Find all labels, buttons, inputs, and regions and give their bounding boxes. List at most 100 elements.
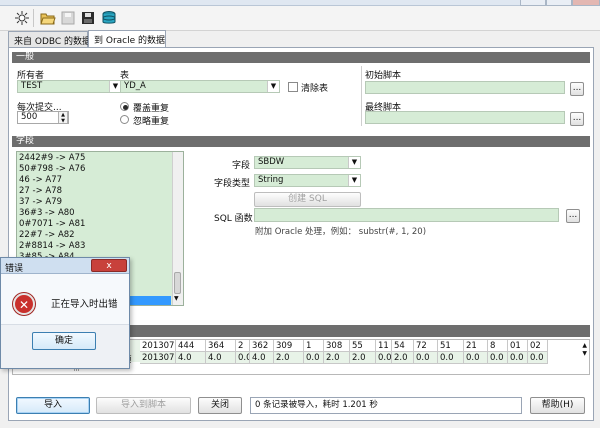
dialog-title: 错误	[5, 264, 24, 274]
table-cell[interactable]: 0.0	[376, 352, 392, 364]
ignore-radio[interactable]	[120, 115, 129, 124]
commit-input[interactable]: 500 ▲ ▼	[17, 111, 69, 124]
table-cell[interactable]: 2.0	[274, 352, 304, 364]
chevron-down-icon[interactable]: ▼	[267, 81, 279, 92]
general-section-header: 一般	[12, 52, 590, 63]
create-sql-button[interactable]: 创建 SQL	[254, 192, 361, 207]
chevron-down-icon[interactable]: ▼	[348, 175, 360, 186]
sql-hint-text: 附加 Oracle 处理，例如： substr(#, 1, 20)	[255, 227, 427, 237]
table-cell[interactable]: 0.0	[438, 352, 464, 364]
table-cell[interactable]: 2.0	[324, 352, 350, 364]
list-item[interactable]: 2442#9 -> A75	[17, 153, 173, 164]
table-cell[interactable]: 0.0	[528, 352, 548, 364]
close-button[interactable]: 关闭	[198, 397, 242, 414]
table-cell[interactable]: 02	[528, 340, 548, 352]
dialog-close-button[interactable]: x	[91, 259, 127, 272]
table-cell[interactable]: 2.0	[350, 352, 376, 364]
final-script-field[interactable]	[365, 111, 565, 124]
tab-odbc-source[interactable]: 来自 ODBC 的数据	[8, 31, 91, 47]
field-label: 字段	[232, 161, 251, 171]
ok-button[interactable]: 确定	[32, 332, 96, 350]
import-to-script-button[interactable]: 导入到脚本	[96, 397, 191, 414]
table-value: YD_A	[124, 81, 146, 91]
field-value: SBDW	[258, 157, 285, 167]
table-cell[interactable]: 2	[236, 340, 250, 352]
table-cell[interactable]: 2.0	[392, 352, 414, 364]
truncate-table-label: 清除表	[301, 84, 329, 94]
spinner-arrows-icon[interactable]: ▲ ▼	[58, 112, 68, 123]
overwrite-label: 覆盖重复	[133, 104, 170, 114]
table-cell[interactable]: 54	[392, 340, 414, 352]
table-cell[interactable]: 0.0	[464, 352, 488, 364]
scroll-down-icon[interactable]: ▼	[174, 295, 179, 302]
table-cell[interactable]: 364	[206, 340, 236, 352]
table-cell[interactable]: 309	[274, 340, 304, 352]
table-cell[interactable]: 201307.0	[140, 352, 176, 364]
table-cell[interactable]: 362	[250, 340, 274, 352]
open-icon[interactable]	[40, 10, 56, 26]
table-cell[interactable]: 201307	[140, 340, 176, 352]
tab-oracle-target[interactable]: 到 Oracle 的数据	[88, 30, 166, 47]
init-script-label: 初始脚本	[365, 71, 402, 81]
table-cell[interactable]: 11	[376, 340, 392, 352]
init-script-browse-button[interactable]: ...	[570, 82, 584, 96]
divider	[361, 66, 362, 126]
owner-value: TEST	[21, 81, 43, 91]
table-dropdown[interactable]: YD_A ▼	[120, 80, 280, 93]
sql-function-field[interactable]	[254, 208, 559, 222]
table-cell[interactable]: 8	[488, 340, 508, 352]
list-item[interactable]: 27 -> A78	[17, 186, 173, 197]
selected-list-item[interactable]	[125, 296, 171, 305]
error-icon: ✕	[13, 293, 35, 315]
overwrite-radio[interactable]	[120, 102, 129, 111]
owner-dropdown[interactable]: TEST ▼	[17, 80, 122, 93]
init-script-field[interactable]	[365, 81, 565, 94]
field-list-scrollbar[interactable]: ▼	[172, 152, 183, 305]
list-item[interactable]: 37 -> A79	[17, 197, 173, 208]
import-button[interactable]: 导入	[16, 397, 90, 414]
table-cell[interactable]: 4.0	[206, 352, 236, 364]
table-cell[interactable]: 51	[438, 340, 464, 352]
list-item[interactable]: 50#798 -> A76	[17, 164, 173, 175]
table-cell[interactable]: 444	[176, 340, 206, 352]
list-item[interactable]: 36#3 -> A80	[17, 208, 173, 219]
table-cell[interactable]: 1	[304, 340, 324, 352]
ignore-label: 忽略重复	[133, 117, 170, 127]
help-button[interactable]: 帮助(H)	[530, 397, 585, 414]
sql-function-browse-button[interactable]: ...	[566, 209, 580, 223]
chevron-down-icon[interactable]: ▼	[348, 157, 360, 168]
final-script-browse-button[interactable]: ...	[570, 112, 584, 126]
table-cell[interactable]: 4.0	[250, 352, 274, 364]
list-item[interactable]: 2#8814 -> A83	[17, 241, 173, 252]
table-cell[interactable]: 0.0	[508, 352, 528, 364]
field-type-label: 字段类型	[214, 179, 251, 189]
list-item[interactable]: 46 -> A77	[17, 175, 173, 186]
save-icon[interactable]	[60, 10, 76, 26]
table-cell[interactable]: 308	[324, 340, 350, 352]
field-type-dropdown[interactable]: String ▼	[254, 174, 361, 187]
list-item[interactable]: 22#7 -> A82	[17, 230, 173, 241]
commit-value: 500	[21, 112, 38, 122]
table-cell[interactable]: 0.0	[236, 352, 250, 364]
table-cell[interactable]: 01	[508, 340, 528, 352]
scrollbar-thumb[interactable]	[174, 272, 181, 294]
database-icon[interactable]	[101, 10, 117, 26]
preview-scroll-icon[interactable]: ▲ ▼	[582, 342, 587, 358]
field-dropdown[interactable]: SBDW ▼	[254, 156, 361, 169]
truncate-table-checkbox[interactable]	[288, 82, 298, 92]
preview-rows: 201307 444 364 2 362 309 1 308 55 11 54 72 51 21 8 01 02…	[140, 340, 578, 366]
toolbar-separator	[33, 9, 34, 27]
table-cell[interactable]: 0.0	[414, 352, 438, 364]
table-cell[interactable]: 72	[414, 340, 438, 352]
table-cell[interactable]: 21	[464, 340, 488, 352]
fields-section-header: 字段	[12, 136, 590, 147]
save-as-icon[interactable]	[80, 10, 96, 26]
status-text: 0 条记录被导入，耗时 1.201 秒	[250, 397, 522, 414]
new-icon[interactable]	[14, 10, 30, 26]
table-cell[interactable]: 0.0	[488, 352, 508, 364]
table-cell[interactable]: 55	[350, 340, 376, 352]
table-cell[interactable]: 0.0	[304, 352, 324, 364]
list-item[interactable]: 0#7071 -> A81	[17, 219, 173, 230]
sql-function-label: SQL 函数	[214, 214, 253, 224]
table-cell[interactable]: 4.0	[176, 352, 206, 364]
